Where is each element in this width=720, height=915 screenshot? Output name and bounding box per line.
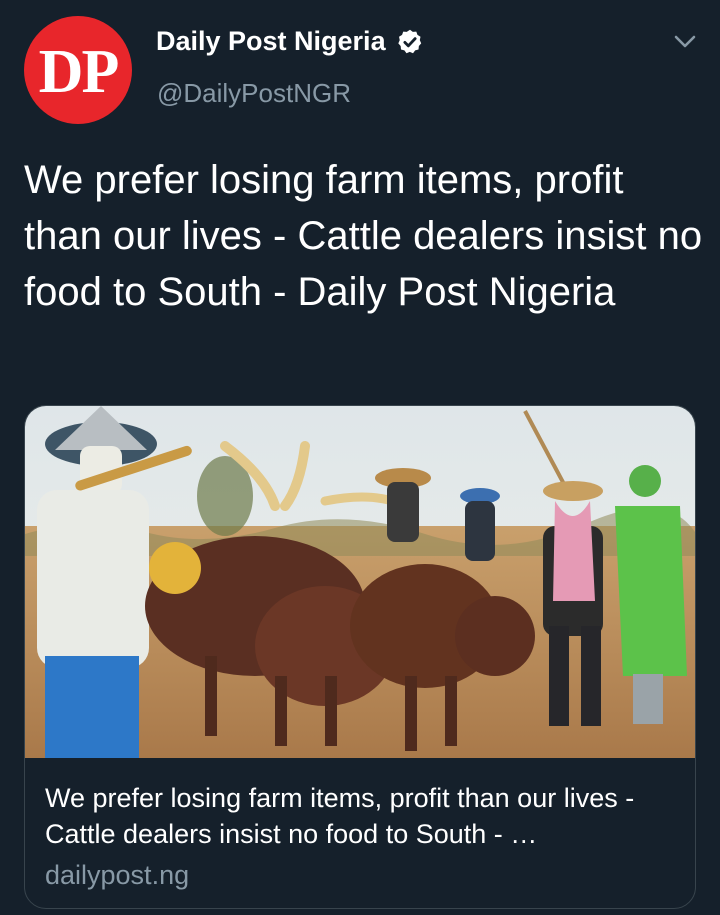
avatar-logo-text: DP [38,37,120,106]
verified-badge-icon [397,29,421,53]
card-title: We prefer losing farm items, profit than… [45,783,635,849]
link-card[interactable]: We prefer losing farm items, profit than… [24,405,696,909]
avatar[interactable]: DP [24,16,132,124]
chevron-down-icon[interactable] [672,32,698,52]
card-domain: dailypost.ng [45,860,190,890]
tweet-text: We prefer losing farm items, profit than… [24,158,703,314]
author-name-row: Daily Post Nigeria [156,26,424,57]
author-display-name[interactable]: Daily Post Nigeria [156,26,386,57]
card-image [25,406,695,758]
author-handle[interactable]: @DailyPostNGR [157,78,351,109]
tweet[interactable]: DP Daily Post Nigeria @DailyPostNGR We p… [0,0,720,915]
